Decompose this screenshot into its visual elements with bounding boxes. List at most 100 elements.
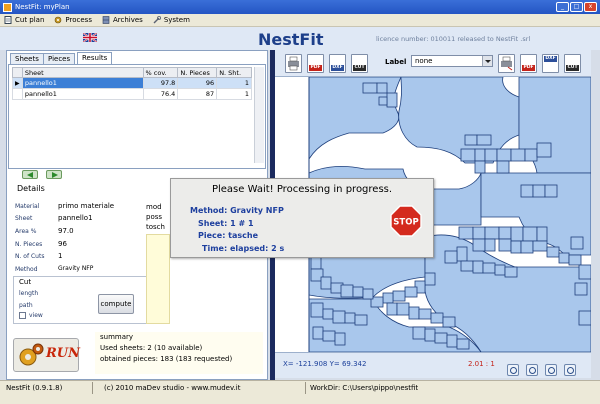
- title-bar: NestFit: myPlan _ □ x: [0, 0, 600, 14]
- cabinet-icon: [102, 16, 110, 24]
- maximize-button[interactable]: □: [570, 2, 583, 12]
- pdf-all-icon[interactable]: PDF: [520, 54, 537, 73]
- menu-system[interactable]: System: [153, 16, 190, 24]
- row-indicator: [12, 88, 23, 100]
- notes-panel: [146, 234, 170, 324]
- zoom-out-button[interactable]: [526, 364, 538, 376]
- dxf-tag: DXF: [331, 65, 344, 71]
- area-value: 97.0: [58, 227, 74, 235]
- dialog-time: Time: elapsed: 2 s: [202, 244, 285, 253]
- status-divider: [305, 382, 306, 394]
- area-label: Area %: [15, 228, 37, 235]
- cuts-label: N. of Cuts: [15, 253, 45, 260]
- notes-line: mod: [146, 203, 162, 211]
- pieces-value: 96: [58, 240, 67, 248]
- compute-button[interactable]: compute: [98, 294, 134, 314]
- minimize-button[interactable]: _: [556, 2, 569, 12]
- summary-title: summary: [100, 333, 134, 341]
- gear-icon: [55, 16, 62, 24]
- indicator-col: [12, 67, 23, 78]
- table-row[interactable]: ▶ pannello1 97.8 96 1: [12, 77, 252, 89]
- cursor-coordinates: X= -121.908 Y= 69.342: [283, 360, 367, 368]
- cut-title: Cut: [19, 278, 32, 286]
- next-button[interactable]: [46, 170, 62, 179]
- dialog-sheet: Sheet: 1 # 1: [198, 219, 254, 228]
- pdf-export-icon[interactable]: PDF: [307, 54, 324, 73]
- zoom-fit-button[interactable]: [545, 364, 557, 376]
- workdir-text: WorkDir: C:\Users\pippo\nestfit: [310, 384, 419, 392]
- label-select[interactable]: none: [411, 55, 493, 67]
- gears-icon: [19, 343, 44, 366]
- cell-pieces[interactable]: 87: [177, 88, 218, 100]
- dxf-all-tag: DXF: [544, 56, 557, 62]
- material-value: primo materiale: [58, 202, 115, 210]
- cell-coverage[interactable]: 97.8: [142, 77, 179, 89]
- printer-icon[interactable]: [285, 54, 302, 73]
- table-header: Sheet % cov. N. Pieces N. Sht.: [12, 67, 252, 78]
- cut-all-tag: CUT: [566, 65, 579, 71]
- cell-coverage[interactable]: 76.4: [142, 88, 179, 100]
- dialog-method: Method: Gravity NFP: [190, 206, 284, 215]
- menu-process[interactable]: Process: [54, 16, 92, 24]
- app-icon: [3, 2, 12, 12]
- menu-label: System: [163, 16, 190, 24]
- notes-line: poss: [146, 213, 163, 221]
- dialog-title: Please Wait! Processing in progress.: [211, 184, 393, 195]
- cell-sheets[interactable]: 1: [216, 77, 252, 89]
- pdf-all-tag: PDF: [522, 65, 535, 71]
- material-label: Material: [15, 203, 40, 210]
- zoom-scale: 2.01 : 1: [468, 360, 495, 368]
- menu-label: Cut plan: [15, 16, 45, 24]
- col-sheet[interactable]: Sheet: [21, 67, 144, 78]
- sheet-label: Sheet: [15, 215, 33, 222]
- close-button[interactable]: x: [584, 2, 597, 12]
- cut-export-icon[interactable]: CUT: [351, 54, 368, 73]
- copyright-text: (c) 2010 maDev studio - www.mudev.it: [104, 384, 241, 392]
- col-pieces[interactable]: N. Pieces: [177, 67, 218, 78]
- menu-bar: Cut plan Process Archives System: [0, 14, 600, 27]
- pdf-tag: PDF: [309, 65, 322, 71]
- table-row[interactable]: pannello1 76.4 87 1: [12, 88, 252, 100]
- col-sheets[interactable]: N. Sht.: [216, 67, 252, 78]
- printer-glyph: [288, 56, 299, 71]
- results-table: Sheet % cov. N. Pieces N. Sht. ▶ pannell…: [12, 67, 252, 100]
- view-checkbox[interactable]: [19, 312, 26, 319]
- version-text: NestFit (0.9.1.8): [6, 384, 63, 392]
- window-title: NestFit: myPlan: [15, 3, 70, 11]
- cell-sheets[interactable]: 1: [216, 88, 252, 100]
- printer-all-glyph: [501, 56, 513, 71]
- run-label: RUN: [46, 346, 81, 361]
- zoom-in-button[interactable]: [507, 364, 519, 376]
- col-coverage[interactable]: % cov.: [142, 67, 179, 78]
- view-label: view: [29, 312, 43, 319]
- menu-archives[interactable]: Archives: [102, 16, 143, 24]
- chevron-down-icon: [482, 56, 492, 66]
- menu-cut-plan[interactable]: Cut plan: [4, 16, 44, 24]
- summary-pieces: obtained pieces: 183 (183 requested): [100, 355, 233, 363]
- stop-icon[interactable]: STOP: [390, 205, 422, 237]
- menu-label: Process: [65, 16, 92, 24]
- cell-pieces[interactable]: 96: [177, 77, 218, 89]
- dxf-export-icon[interactable]: DXF: [329, 54, 346, 73]
- cell-sheet[interactable]: pannello1: [21, 88, 144, 100]
- wrench-icon: [153, 16, 161, 24]
- document-icon: [4, 16, 12, 24]
- brand-title: NestFit: [258, 30, 324, 49]
- path-label: path: [19, 302, 33, 309]
- printer-all-icon[interactable]: [498, 54, 515, 73]
- arrow-left-icon: [27, 172, 33, 178]
- row-indicator: ▶: [12, 77, 23, 89]
- dxf-all-icon[interactable]: DXF: [542, 54, 559, 73]
- dialog-piece: Piece: tasche: [198, 231, 259, 240]
- results-scrollbar[interactable]: [254, 67, 264, 163]
- menu-label: Archives: [112, 16, 143, 24]
- licence-text: licence number: 010011 released to NestF…: [376, 35, 531, 43]
- details-title: Details: [17, 184, 45, 193]
- label-caption: Label: [385, 58, 407, 66]
- cut-all-icon[interactable]: CUT: [564, 54, 581, 73]
- label-select-value: none: [415, 57, 433, 65]
- zoom-reset-button[interactable]: [564, 364, 576, 376]
- uk-flag-icon[interactable]: [83, 33, 97, 42]
- prev-button[interactable]: [22, 170, 38, 179]
- cell-sheet[interactable]: pannello1: [21, 77, 144, 89]
